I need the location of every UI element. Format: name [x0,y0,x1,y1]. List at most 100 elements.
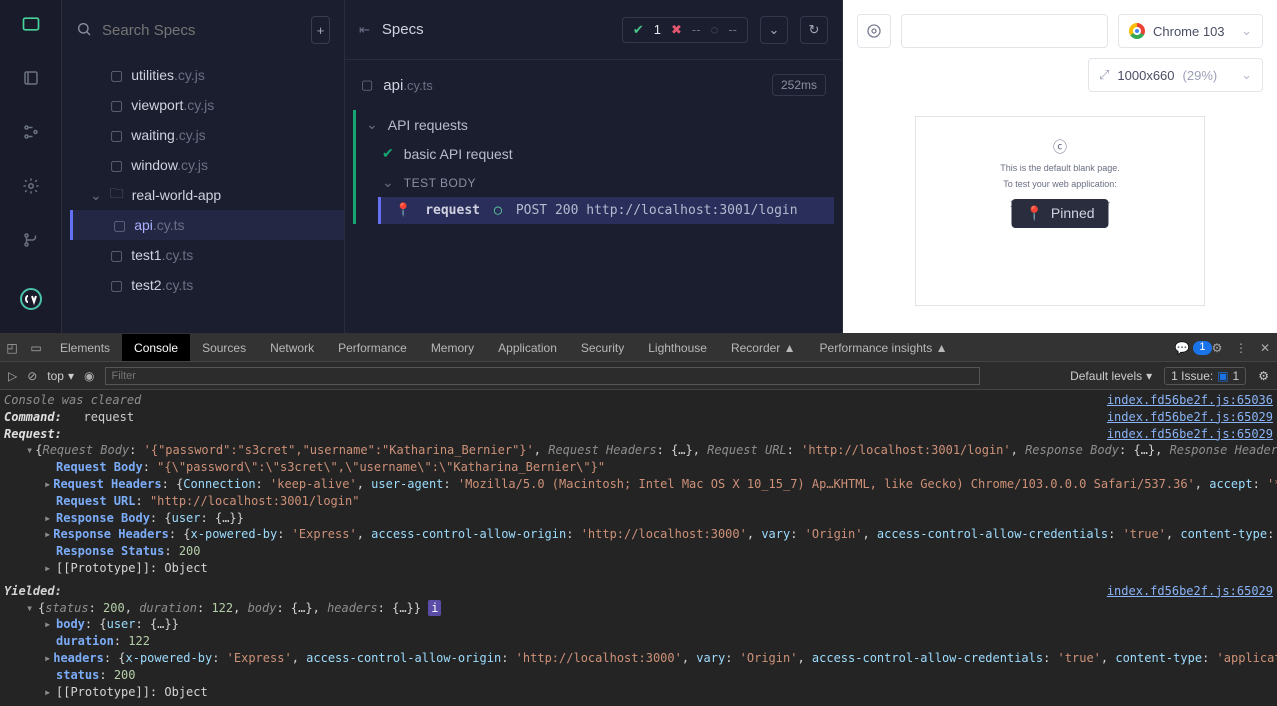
pin-icon: 📍 [395,203,411,218]
object-prop[interactable]: ▸Response Body: {user: {…}} [4,510,1273,527]
tab-lighthouse[interactable]: Lighthouse [636,334,719,361]
debug-nav-icon[interactable] [17,226,45,254]
spec-file[interactable]: ▢ utilities.cy.js [70,60,344,90]
request-label: Request: [4,426,62,443]
spec-name: test1 [131,247,161,263]
chrome-icon [1129,23,1145,39]
app-rail [0,0,62,333]
source-link[interactable]: index.fd56be2f.js:65029 [1107,409,1273,426]
eye-icon[interactable]: ◉ [84,369,94,383]
tab-elements[interactable]: Elements [48,334,122,361]
tab-perf-insights[interactable]: Performance insights ▲ [808,334,960,361]
filter-input[interactable] [105,367,980,385]
tab-network[interactable]: Network [258,334,326,361]
object-prop[interactable]: status: 200 [4,667,1273,684]
test-row[interactable]: ✔ basic API request [356,139,834,168]
tab-performance[interactable]: Performance [326,334,419,361]
object-summary[interactable]: ▾{Request Body: '{"password":"s3cret","u… [4,442,1273,459]
runs-nav-icon[interactable] [17,118,45,146]
close-icon[interactable]: ✕ [1253,341,1277,355]
file-icon: ▢ [110,157,123,174]
pinned-badge: 📍 Pinned [1011,199,1108,228]
log-levels-selector[interactable]: Default levels ▾ [1070,369,1152,383]
settings-icon[interactable]: ⚙ [1258,369,1269,383]
settings-nav-icon[interactable] [17,172,45,200]
spec-file-active[interactable]: ▢ api.cy.ts [70,210,344,240]
aut-iframe: ⓒ This is the default blank page. To tes… [915,116,1205,306]
tab-security[interactable]: Security [569,334,636,361]
spec-name: window [131,157,177,173]
spec-file[interactable]: ▢ test2.cy.ts [70,270,344,300]
file-icon: ▢ [110,277,123,294]
console-toolbar: ▷ ⊘ top ▾ ◉ Default levels ▾ 1 Issue: ▣ … [0,362,1277,390]
issues-badge[interactable]: 1 Issue: ▣ 1 [1164,367,1246,385]
object-prop[interactable]: Response Status: 200 [4,543,1273,560]
object-prop[interactable]: ▸[[Prototype]]: Object [4,684,1273,701]
messages-icon[interactable]: 💬1 [1181,341,1205,355]
search-input[interactable] [102,22,301,39]
spec-tree: ▢ utilities.cy.js ▢ viewport.cy.js ▢ wai… [62,60,344,333]
object-summary[interactable]: ▾{status: 200, duration: 122, body: {…},… [4,600,1273,617]
spec-search-bar: + [62,0,344,60]
file-icon: ▢ [361,77,373,93]
test-name: basic API request [404,146,513,162]
object-prop[interactable]: Request Body: "{\"password\":\"s3cret\",… [4,459,1273,476]
new-spec-button[interactable]: + [311,16,330,44]
object-prop[interactable]: ▸Response Headers: {x-powered-by: 'Expre… [4,526,1273,543]
object-prop[interactable]: ▸Request Headers: {Connection: 'keep-ali… [4,476,1273,493]
chevron-down-icon: ⌄ [90,187,102,204]
reload-button[interactable]: ↻ [800,16,828,44]
inspect-icon[interactable]: ◰ [0,341,24,355]
cypress-app-icon[interactable] [17,10,45,38]
specs-nav-icon[interactable] [17,64,45,92]
folder-icon: 🗀 [110,183,124,207]
selector-playground-button[interactable] [857,14,891,48]
chevron-down-icon: ⌄ [1241,23,1252,39]
pending-icon: ◌ [711,22,719,37]
settings-icon[interactable]: ⚙ [1205,341,1229,355]
spec-list-panel: + ▢ utilities.cy.js ▢ viewport.cy.js ▢ w… [62,0,345,333]
command-row[interactable]: 📍 request ◯ POST 200 http://localhost:30… [378,197,834,224]
chevron-down-icon: ⌄ [382,174,394,191]
file-icon: ▢ [110,67,123,84]
url-input[interactable] [901,14,1108,48]
device-toggle-icon[interactable]: ▭ [24,341,48,355]
spec-title-row: ▢ api.cy.ts 252ms [345,60,842,110]
tab-memory[interactable]: Memory [419,334,486,361]
play-icon[interactable]: ▷ [8,369,17,383]
test-body-row[interactable]: ⌄ TEST BODY [356,168,834,197]
spec-file[interactable]: ▢ viewport.cy.js [70,90,344,120]
source-link[interactable]: index.fd56be2f.js:65029 [1107,583,1273,600]
aut-message: To test your web application: [1003,179,1117,189]
spec-file[interactable]: ▢ window.cy.js [70,150,344,180]
file-icon: ▢ [110,247,123,264]
describe-row[interactable]: ⌄ API requests [356,110,834,139]
object-prop[interactable]: ▸body: {user: {…}} [4,616,1273,633]
source-link[interactable]: index.fd56be2f.js:65036 [1107,392,1273,409]
context-selector[interactable]: top ▾ [47,369,74,383]
object-prop[interactable]: duration: 122 [4,633,1273,650]
tab-console[interactable]: Console [122,334,190,361]
tab-recorder[interactable]: Recorder ▲ [719,334,808,361]
object-prop[interactable]: Request URL: "http://localhost:3001/logi… [4,493,1273,510]
object-prop[interactable]: ▸headers: {x-powered-by: 'Express', acce… [4,650,1273,667]
status-indicator: ◯ [494,203,502,218]
spec-name: viewport [131,97,183,113]
clear-console-icon[interactable]: ⊘ [27,369,37,383]
tab-sources[interactable]: Sources [190,334,258,361]
more-icon[interactable]: ⋮ [1229,341,1253,355]
source-link[interactable]: index.fd56be2f.js:65029 [1107,426,1273,443]
folder-name: real-world-app [132,187,221,203]
spec-file[interactable]: ▢ waiting.cy.js [70,120,344,150]
pin-icon: 📍 [1025,205,1042,222]
object-prop[interactable]: ▸[[Prototype]]: Object [4,560,1273,577]
viewport-dropdown[interactable]: ⤢ 1000x660 (29%) ⌄ [1088,58,1263,92]
chevron-down-button[interactable]: ⌄ [760,16,788,44]
spec-file[interactable]: ▢ test1.cy.ts [70,240,344,270]
tab-application[interactable]: Application [486,334,569,361]
browser-dropdown[interactable]: Chrome 103 ⌄ [1118,14,1263,48]
console-cleared: Console was cleared [4,392,141,409]
spec-folder[interactable]: ⌄ 🗀 real-world-app [70,180,344,210]
spec-name: api [134,217,153,233]
specs-header-icon[interactable]: ⇤ [359,22,370,38]
